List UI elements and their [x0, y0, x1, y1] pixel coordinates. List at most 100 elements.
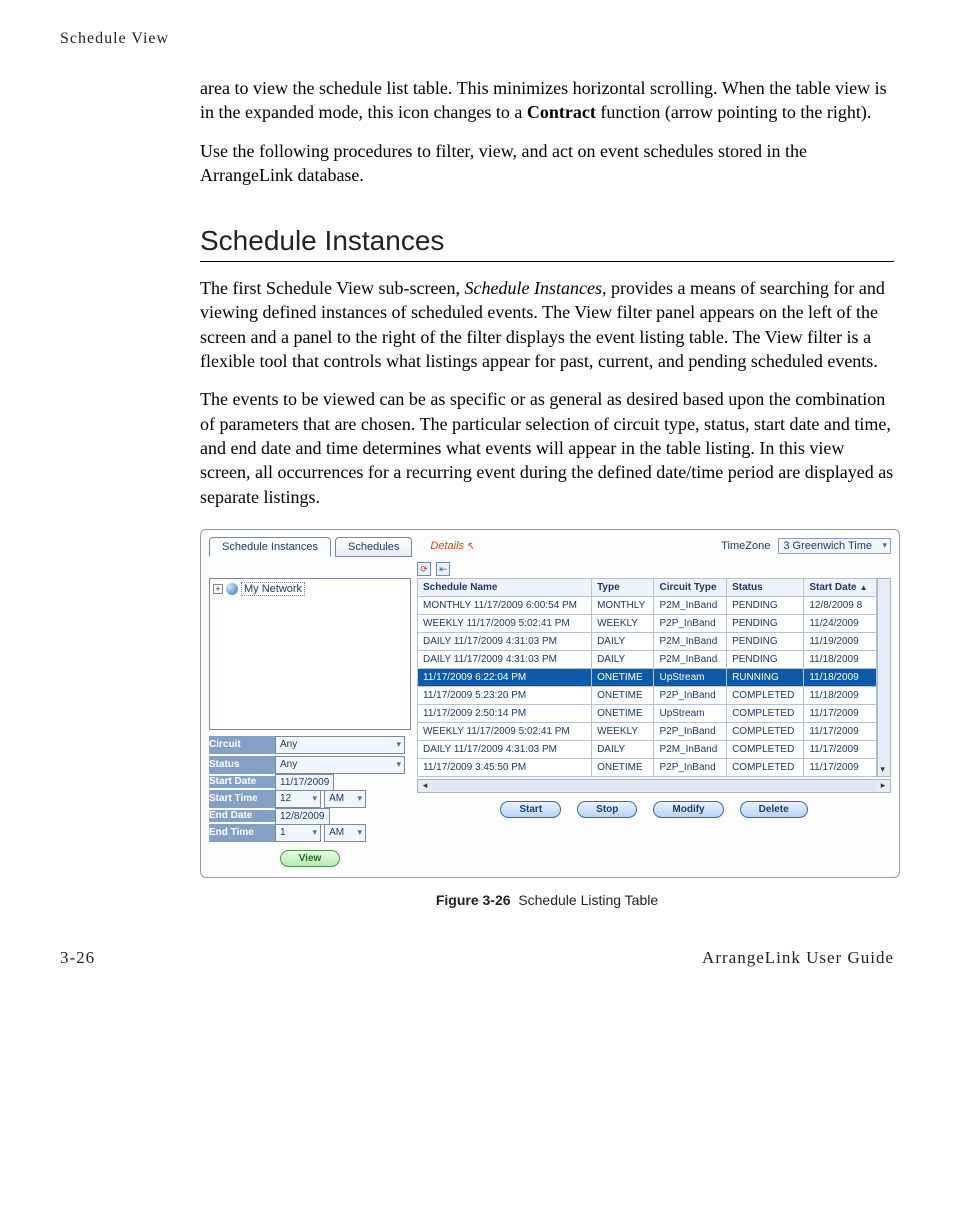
view-button-row: View — [209, 850, 411, 867]
filter-enddate-input[interactable]: 12/8/2009 — [275, 808, 330, 825]
filter-endtime-hour[interactable]: 1 — [275, 824, 321, 842]
figure-title: Schedule Listing Table — [518, 892, 658, 908]
table-row[interactable]: 11/17/2009 2:50:14 PMONETIMEUpStreamCOMP… — [418, 704, 877, 722]
paragraph-3: The first Schedule View sub-screen, Sche… — [60, 276, 894, 373]
cell-type: WEEKLY — [592, 722, 654, 740]
cell-circuit: UpStream — [654, 704, 727, 722]
table-row[interactable]: DAILY 11/17/2009 4:31:03 PMDAILYP2M_InBa… — [418, 740, 877, 758]
paragraph-2: Use the following procedures to filter, … — [60, 139, 894, 188]
vertical-scrollbar[interactable]: ▾ — [877, 578, 891, 777]
figure-number: Figure 3-26 — [436, 892, 511, 908]
cell-status: COMPLETED — [727, 722, 804, 740]
tree-root-row[interactable]: + My Network — [213, 582, 407, 596]
modify-button[interactable]: Modify — [653, 801, 723, 818]
timezone-label: TimeZone — [721, 540, 770, 552]
table-row[interactable]: 11/17/2009 6:22:04 PMONETIMEUpStreamRUNN… — [418, 668, 877, 686]
section-heading-schedule-instances: Schedule Instances — [200, 225, 894, 262]
paragraph-1: area to view the schedule list table. Th… — [60, 76, 894, 125]
filter-starttime-hour[interactable]: 12 — [275, 790, 321, 808]
details-label: Details — [430, 540, 464, 552]
cell-name: WEEKLY 11/17/2009 5:02:41 PM — [418, 614, 592, 632]
cell-status: COMPLETED — [727, 686, 804, 704]
network-tree[interactable]: + My Network — [209, 578, 411, 730]
cell-status: PENDING — [727, 632, 804, 650]
cell-start: 11/18/2009 — [804, 650, 877, 668]
cell-type: DAILY — [592, 740, 654, 758]
col-start-date[interactable]: Start Date▲ — [804, 578, 877, 596]
cell-status: COMPLETED — [727, 740, 804, 758]
cell-start: 11/17/2009 — [804, 740, 877, 758]
filter-startdate-input[interactable]: 11/17/2009 — [275, 774, 334, 791]
cell-name: WEEKLY 11/17/2009 5:02:41 PM — [418, 722, 592, 740]
cell-name: DAILY 11/17/2009 4:31:03 PM — [418, 650, 592, 668]
tree-root-label: My Network — [241, 582, 305, 596]
para1-tail: function (arrow pointing to the right). — [596, 102, 871, 122]
col-circuit-type[interactable]: Circuit Type — [654, 578, 727, 596]
cell-start: 11/17/2009 — [804, 722, 877, 740]
view-button[interactable]: View — [280, 850, 341, 867]
cell-type: ONETIME — [592, 704, 654, 722]
table-row[interactable]: 11/17/2009 3:45:50 PMONETIMEP2P_InBandCO… — [418, 758, 877, 776]
cell-name: 11/17/2009 3:45:50 PM — [418, 758, 592, 776]
table-row[interactable]: DAILY 11/17/2009 4:31:03 PMDAILYP2M_InBa… — [418, 632, 877, 650]
scroll-left-icon[interactable]: ◂ — [418, 780, 432, 791]
table-row[interactable]: DAILY 11/17/2009 4:31:03 PMDAILYP2M_InBa… — [418, 650, 877, 668]
page-footer: 3-26 ArrangeLink User Guide — [60, 948, 894, 968]
table-row[interactable]: MONTHLY 11/17/2009 6:00:54 PMMONTHLYP2M_… — [418, 596, 877, 614]
filter-endtime-ampm[interactable]: AM — [324, 824, 366, 842]
cell-type: DAILY — [592, 650, 654, 668]
timezone-select[interactable]: 3 Greenwich Time — [778, 538, 891, 554]
cell-circuit: P2P_InBand — [654, 614, 727, 632]
tab-schedule-instances[interactable]: Schedule Instances — [209, 537, 331, 557]
filter-circuit-select[interactable]: Any — [275, 736, 405, 754]
action-button-row: Start Stop Modify Delete — [417, 801, 891, 818]
cell-status: COMPLETED — [727, 704, 804, 722]
table-row[interactable]: 11/17/2009 5:23:20 PMONETIMEP2P_InBandCO… — [418, 686, 877, 704]
filter-starttime-ampm[interactable]: AM — [324, 790, 366, 808]
scroll-track[interactable] — [432, 781, 876, 791]
paragraph-4: The events to be viewed can be as specif… — [60, 387, 894, 508]
figure-caption: Figure 3-26 Schedule Listing Table — [200, 892, 894, 908]
col-schedule-name[interactable]: Schedule Name — [418, 578, 592, 596]
expand-icon[interactable]: ⇤ — [436, 562, 450, 576]
globe-icon — [226, 583, 238, 595]
tab-schedules[interactable]: Schedules — [335, 537, 412, 557]
grid-header-row: Schedule Name Type Circuit Type Status S… — [418, 578, 877, 596]
cell-circuit: P2M_InBand — [654, 596, 727, 614]
cell-start: 11/19/2009 — [804, 632, 877, 650]
cell-circuit: P2M_InBand — [654, 740, 727, 758]
cell-circuit: P2P_InBand — [654, 686, 727, 704]
col-status[interactable]: Status — [727, 578, 804, 596]
cell-type: MONTHLY — [592, 596, 654, 614]
scroll-down-icon[interactable]: ▾ — [880, 764, 885, 775]
cell-status: RUNNING — [727, 668, 804, 686]
filter-startdate-label: Start Date — [209, 776, 275, 788]
cell-start: 12/8/2009 8 — [804, 596, 877, 614]
cell-status: PENDING — [727, 650, 804, 668]
cell-start: 11/24/2009 — [804, 614, 877, 632]
para3-em: Schedule Instances — [465, 278, 602, 298]
para1-bold: Contract — [527, 102, 596, 122]
cell-start: 11/17/2009 — [804, 758, 877, 776]
cell-status: PENDING — [727, 614, 804, 632]
stop-button[interactable]: Stop — [577, 801, 637, 818]
col-type[interactable]: Type — [592, 578, 654, 596]
tree-expand-icon[interactable]: + — [213, 584, 223, 594]
start-button[interactable]: Start — [500, 801, 561, 818]
details-link[interactable]: Details↖ — [430, 540, 474, 552]
filter-status-select[interactable]: Any — [275, 756, 405, 774]
delete-button[interactable]: Delete — [740, 801, 808, 818]
refresh-icon[interactable]: ⟳ — [417, 562, 431, 576]
cell-name: 11/17/2009 5:23:20 PM — [418, 686, 592, 704]
cell-circuit: UpStream — [654, 668, 727, 686]
cell-start: 11/18/2009 — [804, 686, 877, 704]
cell-name: MONTHLY 11/17/2009 6:00:54 PM — [418, 596, 592, 614]
page-header: Schedule View — [60, 30, 894, 48]
table-row[interactable]: WEEKLY 11/17/2009 5:02:41 PMWEEKLYP2P_In… — [418, 614, 877, 632]
filter-enddate-label: End Date — [209, 810, 275, 822]
footer-page-number: 3-26 — [60, 948, 95, 968]
cell-type: ONETIME — [592, 758, 654, 776]
horizontal-scrollbar[interactable]: ◂ ▸ — [417, 779, 891, 793]
scroll-right-icon[interactable]: ▸ — [876, 780, 890, 791]
table-row[interactable]: WEEKLY 11/17/2009 5:02:41 PMWEEKLYP2P_In… — [418, 722, 877, 740]
